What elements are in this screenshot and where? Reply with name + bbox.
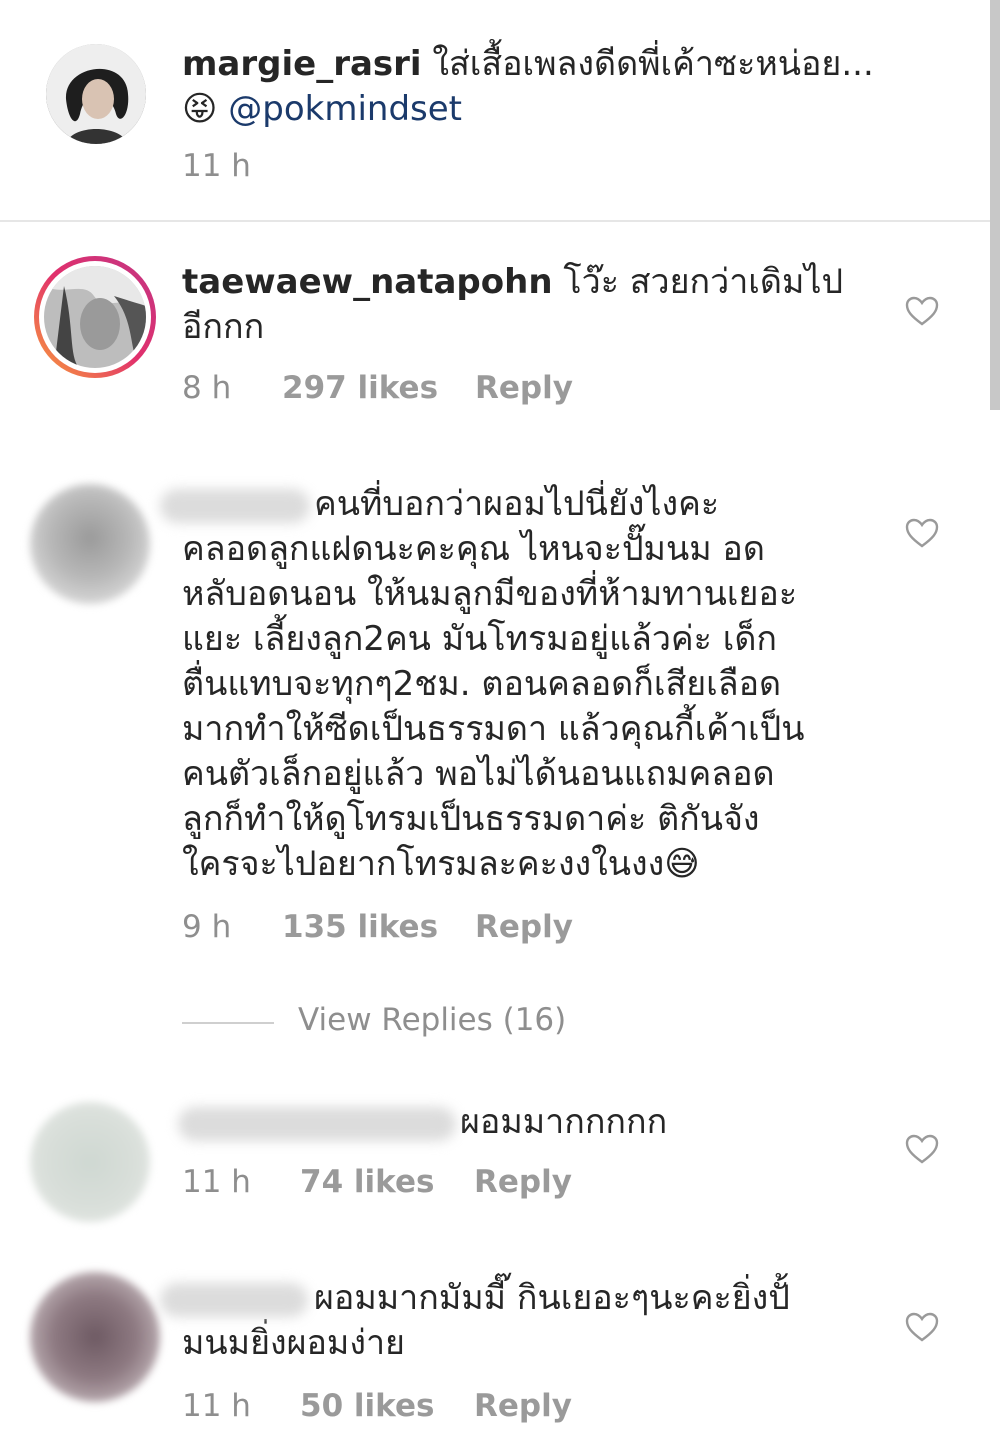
blurred-username[interactable] xyxy=(160,488,310,523)
comment-text: ผอมมากกกกก xyxy=(178,1100,878,1145)
view-replies-label[interactable]: View Replies (16) xyxy=(298,1002,566,1038)
blurred-username[interactable] xyxy=(160,1282,308,1317)
comment-meta: 8 h 297 likes Reply xyxy=(182,370,682,406)
comment-body-line1: โว๊ะ สวยกว่าเดิมไป xyxy=(552,262,844,302)
likes-count[interactable]: 50 likes xyxy=(300,1388,434,1424)
caption-body: ใส่เสื้อเพลงดีดพี่เค้าซะหน่อย... xyxy=(421,44,874,84)
comment-body-line: แยะ เลี้ยงลูก2คน มันโทรมอยู่แล้วค่ะ เด็ก xyxy=(182,619,778,659)
comment-time: 11 h xyxy=(182,1164,251,1200)
comment-text: taewaew_natapohn โว๊ะ สวยกว่าเดิมไป อีกก… xyxy=(182,260,882,350)
comment-meta: 11 h 50 likes Reply xyxy=(182,1388,682,1424)
comment-body-line: ตื่นแทบจะทุกๆ2ชม. ตอนคลอดก็เสียเลือด xyxy=(182,664,782,704)
comment: ผอมมากมัมมี๊ กินเยอะๆนะคะยิ่งปั้ มนมยิ่ง… xyxy=(0,1270,990,1440)
avatar[interactable] xyxy=(30,1102,150,1222)
avatar[interactable] xyxy=(30,484,150,604)
comment: ผอมมากกกกก 11 h 74 likes Reply xyxy=(0,1098,990,1222)
comment-body: ผอมมากกกกก xyxy=(460,1102,668,1142)
comment-body-line: คนตัวเล็กอยู่แล้ว พอไม่ได้นอนแถมคลอด xyxy=(182,754,775,794)
avatar[interactable] xyxy=(30,1272,160,1402)
comment-meta: 9 h 135 likes Reply xyxy=(182,909,682,945)
reply-button[interactable]: Reply xyxy=(475,370,573,406)
comment-username[interactable]: taewaew_natapohn xyxy=(182,262,553,302)
comment-body-line: ใครจะไปอยากโทรมละคะงงในงง xyxy=(182,844,665,884)
comment-body-line1: ผอมมากมัมมี๊ กินเยอะๆนะคะยิ่งปั้ xyxy=(314,1278,790,1318)
heart-outline-icon[interactable] xyxy=(905,518,939,548)
comment-time: 9 h xyxy=(182,909,232,945)
comment-meta: 11 h 74 likes Reply xyxy=(182,1164,682,1200)
comment: คนที่บอกว่าผอมไปนี่ยังไงคะ คลอดลูกแฝดนะค… xyxy=(0,478,990,958)
likes-count[interactable]: 74 likes xyxy=(300,1164,434,1200)
comment-body-line: คนที่บอกว่าผอมไปนี่ยังไงคะ xyxy=(314,484,720,524)
story-ring-avatar[interactable] xyxy=(34,256,156,378)
sweat-smile-emoji-icon: 😅 xyxy=(664,844,700,884)
likes-count[interactable]: 135 likes xyxy=(282,909,438,945)
heart-outline-icon[interactable] xyxy=(905,1134,939,1164)
comment-body-line: คลอดลูกแฝดนะคะคุณ ไหนจะปั๊มนม อด xyxy=(182,529,765,569)
caption-time: 11 h xyxy=(182,148,251,184)
blurred-username[interactable] xyxy=(178,1106,456,1141)
comment-text: คนที่บอกว่าผอมไปนี่ยังไงคะ คลอดลูกแฝดนะค… xyxy=(160,482,880,887)
comment-body-line: มากทำให้ซีดเป็นธรรมดา แล้วคุณกี้เค้าเป็น xyxy=(182,709,805,749)
caption-text: margie_rasri ใส่เสื้อเพลงดีดพี่เค้าซะหน่… xyxy=(182,42,942,132)
reply-button[interactable]: Reply xyxy=(475,909,573,945)
comment-text: ผอมมากมัมมี๊ กินเยอะๆนะคะยิ่งปั้ มนมยิ่ง… xyxy=(160,1276,880,1366)
divider-line xyxy=(182,1022,274,1024)
heart-outline-icon[interactable] xyxy=(905,296,939,326)
tongue-emoji-icon: 😝 xyxy=(182,89,218,129)
caption-username[interactable]: margie_rasri xyxy=(182,44,422,84)
comment-time: 8 h xyxy=(182,370,232,406)
reply-button[interactable]: Reply xyxy=(474,1164,572,1200)
comment-body-line2: อีกกก xyxy=(182,307,265,347)
comment-time: 11 h xyxy=(182,1388,251,1424)
comment-body-line2: มนมยิ่งผอมง่าย xyxy=(182,1323,405,1363)
scrollbar[interactable] xyxy=(990,0,1000,410)
heart-outline-icon[interactable] xyxy=(905,1312,939,1342)
post-caption: margie_rasri ใส่เสื้อเพลงดีดพี่เค้าซะหน่… xyxy=(0,0,990,222)
likes-count[interactable]: 297 likes xyxy=(282,370,438,406)
reply-button[interactable]: Reply xyxy=(474,1388,572,1424)
comment-body-line: ลูกก็ทำให้ดูโทรมเป็นธรรมดาค่ะ ติกันจัง xyxy=(182,799,760,839)
comment-body-line: หลับอดนอน ให้นมลูกมีของที่ห้ามทานเยอะ xyxy=(182,574,798,614)
comment: taewaew_natapohn โว๊ะ สวยกว่าเดิมไป อีกก… xyxy=(0,250,990,420)
mention-link[interactable]: @pokmindset xyxy=(228,89,462,129)
avatar[interactable] xyxy=(46,44,146,144)
